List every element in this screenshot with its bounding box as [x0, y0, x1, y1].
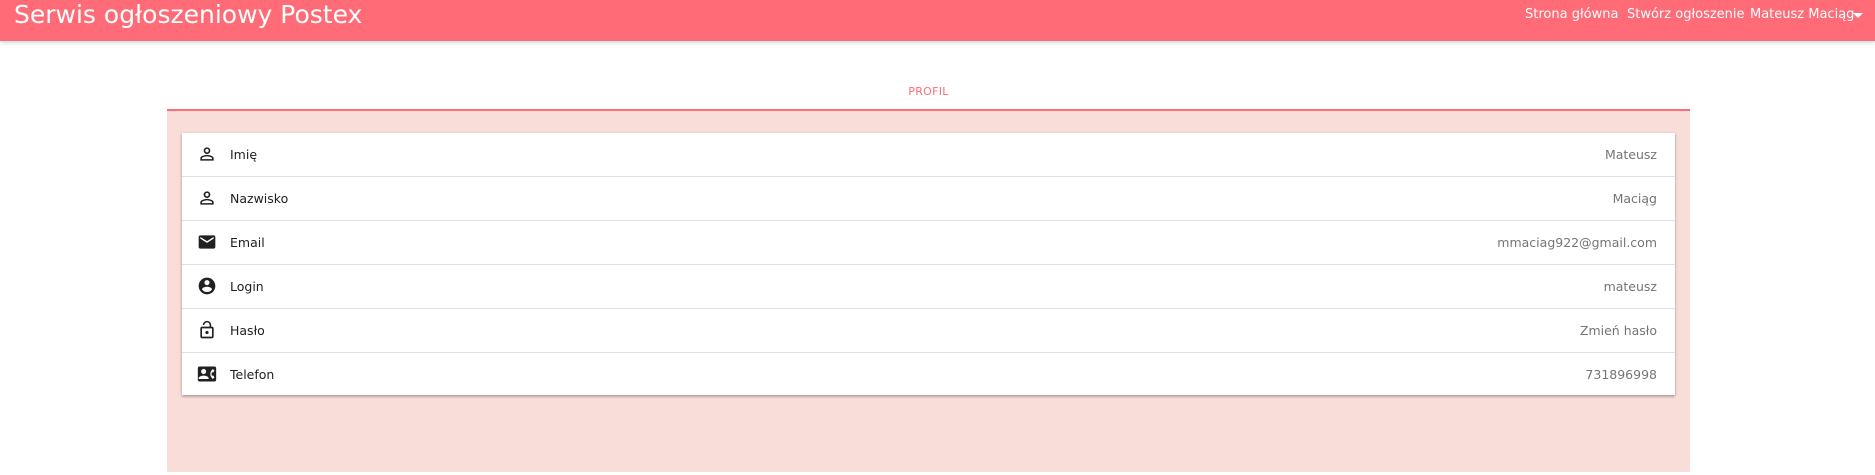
nav-user-menu[interactable]: Mateusz Maciąg [1750, 0, 1854, 30]
profile-row-login[interactable]: Login mateusz [182, 265, 1675, 309]
profile-row-label: Nazwisko [230, 191, 289, 206]
profile-row-password[interactable]: Hasło Zmień hasło [182, 309, 1675, 353]
lock-icon [200, 320, 214, 339]
profile-card: Imię Mateusz Nazwisko Maciąg Email mmaci… [182, 133, 1675, 395]
profile-row-phone[interactable]: Telefon 731896998 [182, 353, 1675, 397]
profile-row-value: Maciąg [1612, 191, 1657, 206]
profile-row-value: 731896998 [1585, 367, 1657, 382]
profile-row-label: Imię [230, 147, 258, 162]
person-icon [200, 147, 214, 161]
profile-row-value: mmaciag922@gmail.com [1497, 235, 1657, 250]
top-navbar: Serwis ogłoszeniowy Postex Strona główna… [0, 0, 1875, 41]
tab-profile[interactable]: PROFIL [167, 85, 1690, 98]
profile-row-label: Login [230, 279, 264, 294]
brand-title[interactable]: Serwis ogłoszeniowy Postex [14, 0, 362, 30]
person-icon [200, 191, 214, 205]
nav-create-ad-link[interactable]: Stwórz ogłoszenie [1627, 0, 1745, 30]
account-circle-icon [198, 277, 216, 295]
email-icon [198, 235, 216, 249]
profile-row-label: Email [230, 235, 265, 250]
contact-card-icon [197, 366, 217, 382]
nav-home-link[interactable]: Strona główna [1525, 0, 1618, 30]
profile-row-value: mateusz [1603, 279, 1657, 294]
profile-row-label: Telefon [230, 367, 275, 382]
change-password-link[interactable]: Zmień hasło [1580, 309, 1657, 353]
profile-row-last-name[interactable]: Nazwisko Maciąg [182, 177, 1675, 221]
profile-row-value: Mateusz [1604, 147, 1657, 162]
profile-row-label: Hasło [230, 323, 265, 338]
user-menu-dropdown-icon[interactable] [1853, 13, 1863, 18]
profile-row-first-name[interactable]: Imię Mateusz [182, 133, 1675, 177]
profile-row-email[interactable]: Email mmaciag922@gmail.com [182, 221, 1675, 265]
